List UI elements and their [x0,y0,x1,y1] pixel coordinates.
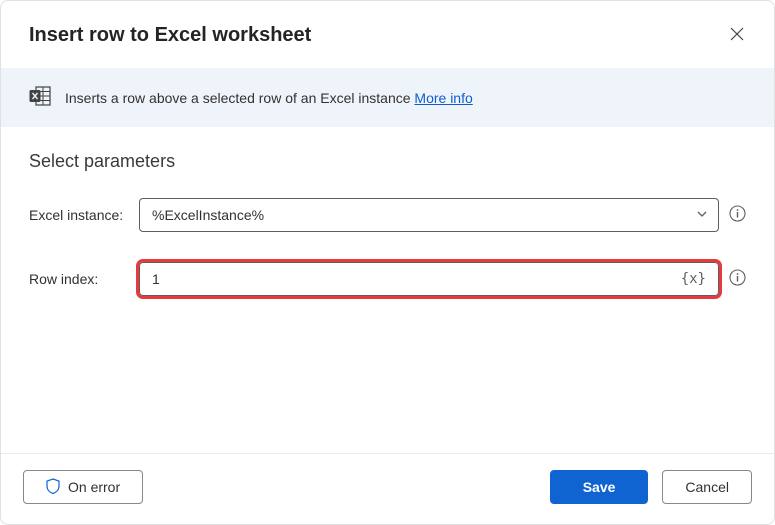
cancel-button[interactable]: Cancel [662,470,752,504]
cancel-label: Cancel [685,479,729,495]
dialog-title: Insert row to Excel worksheet [29,24,311,47]
excel-instance-value: %ExcelInstance% [152,207,264,223]
banner-text: Inserts a row above a selected row of an… [65,90,414,106]
on-error-label: On error [68,479,120,495]
save-button[interactable]: Save [550,470,649,504]
shield-icon [46,478,60,497]
row-index-input[interactable]: 1 {x} [139,262,719,296]
more-info-link[interactable]: More info [414,90,472,106]
variable-picker-icon[interactable]: {x} [677,269,710,289]
dialog-header: Insert row to Excel worksheet [1,1,774,68]
excel-icon [29,86,51,109]
info-banner: Inserts a row above a selected row of an… [1,68,774,127]
row-index-label: Row index: [29,271,139,287]
row-index-info-button[interactable] [729,269,746,289]
close-button[interactable] [724,21,750,50]
excel-instance-info-button[interactable] [729,205,746,225]
chevron-down-icon [696,207,708,223]
dialog-body: Select parameters Excel instance: %Excel… [1,127,774,453]
dialog-footer: On error Save Cancel [1,453,774,524]
banner-text-container: Inserts a row above a selected row of an… [65,90,473,106]
row-index-value: 1 [152,271,160,287]
field-row-excel-instance: Excel instance: %ExcelInstance% [29,198,746,232]
info-icon [729,205,746,225]
excel-instance-label: Excel instance: [29,207,139,223]
section-title: Select parameters [29,151,746,172]
field-row-row-index: Row index: 1 {x} [29,262,746,296]
footer-right-group: Save Cancel [550,470,752,504]
close-icon [730,27,744,44]
save-label: Save [583,479,616,495]
excel-instance-select[interactable]: %ExcelInstance% [139,198,719,232]
info-icon [729,269,746,289]
on-error-button[interactable]: On error [23,470,143,504]
